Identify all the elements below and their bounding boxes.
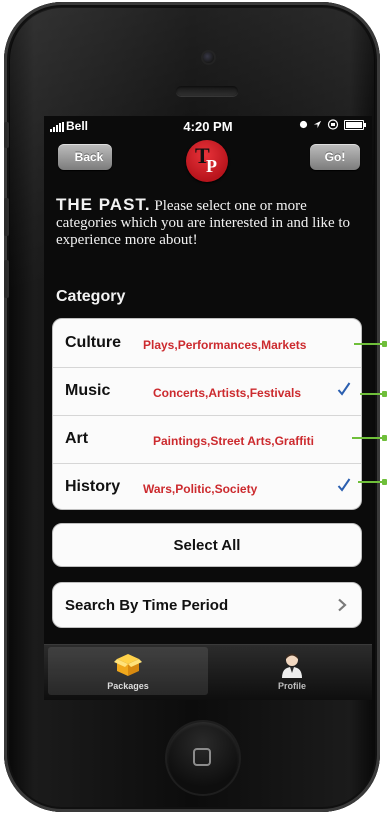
select-all-button[interactable]: Select All — [52, 523, 362, 567]
checkmark-icon — [337, 478, 351, 492]
volume-down-button — [4, 260, 9, 298]
row-divider — [53, 415, 361, 416]
app-logo: T P — [186, 140, 228, 182]
alarm-icon — [299, 120, 308, 129]
tab-label: Profile — [277, 681, 306, 691]
row-divider — [53, 367, 361, 368]
annotation-connector — [358, 479, 387, 485]
mute-switch — [4, 122, 9, 148]
category-description: Plays,Performances,Markets — [143, 338, 307, 352]
back-button[interactable]: Back — [58, 144, 112, 170]
intro-text: THE PAST. Please select one or more cate… — [56, 196, 362, 249]
category-name: History — [65, 478, 121, 495]
annotation-connector — [354, 341, 387, 347]
chevron-right-icon — [338, 598, 347, 612]
search-time-label: Search By Time Period — [65, 597, 229, 614]
search-by-time-period-row[interactable]: Search By Time Period — [52, 582, 362, 628]
go-button[interactable]: Go! — [310, 144, 360, 170]
row-divider — [53, 463, 361, 464]
category-name: Art — [65, 430, 89, 447]
category-section-label: Category — [56, 288, 126, 305]
category-name: Culture — [65, 334, 121, 351]
earpiece-speaker — [176, 86, 238, 96]
status-icons — [299, 119, 366, 130]
category-row-art[interactable]: Art Paintings,Street Arts,Graffiti — [53, 415, 361, 463]
category-name: Music — [65, 382, 111, 399]
category-row-culture[interactable]: Culture Plays,Performances,Markets — [53, 319, 361, 367]
tab-packages[interactable]: Packages — [48, 647, 208, 695]
intro-heading: THE PAST. — [56, 195, 151, 214]
category-description: Wars,Politic,Society — [143, 482, 258, 496]
battery-icon — [344, 119, 366, 130]
location-arrow-icon — [313, 120, 322, 129]
person-icon — [282, 653, 302, 678]
tab-profile[interactable]: Profile — [212, 647, 372, 695]
home-button[interactable] — [167, 722, 239, 794]
tab-label: Packages — [107, 681, 149, 691]
category-description: Concerts,Artists,Festivals — [153, 386, 302, 400]
category-row-history[interactable]: History Wars,Politic,Society — [53, 463, 361, 509]
logo-letter-p: P — [206, 156, 217, 176]
tab-bar: Packages Profile — [44, 644, 372, 700]
box-icon — [114, 654, 142, 676]
navigation-bar: Back T P Go! — [44, 136, 372, 182]
checkmark-icon — [337, 382, 351, 396]
category-list: Culture Plays,Performances,Markets Music… — [52, 318, 362, 510]
category-description: Paintings,Street Arts,Graffiti — [153, 434, 314, 448]
front-camera-icon — [203, 52, 214, 63]
volume-up-button — [4, 198, 9, 236]
annotation-connector — [352, 435, 387, 441]
annotation-connector — [360, 391, 387, 397]
rotation-lock-icon — [327, 119, 339, 130]
app-screen: Bell 4:20 PM Back T P Go! THE PAST. Plea… — [44, 116, 372, 700]
category-row-music[interactable]: Music Concerts,Artists,Festivals — [53, 367, 361, 415]
home-square-icon — [193, 748, 211, 766]
status-bar: Bell 4:20 PM — [44, 116, 372, 136]
